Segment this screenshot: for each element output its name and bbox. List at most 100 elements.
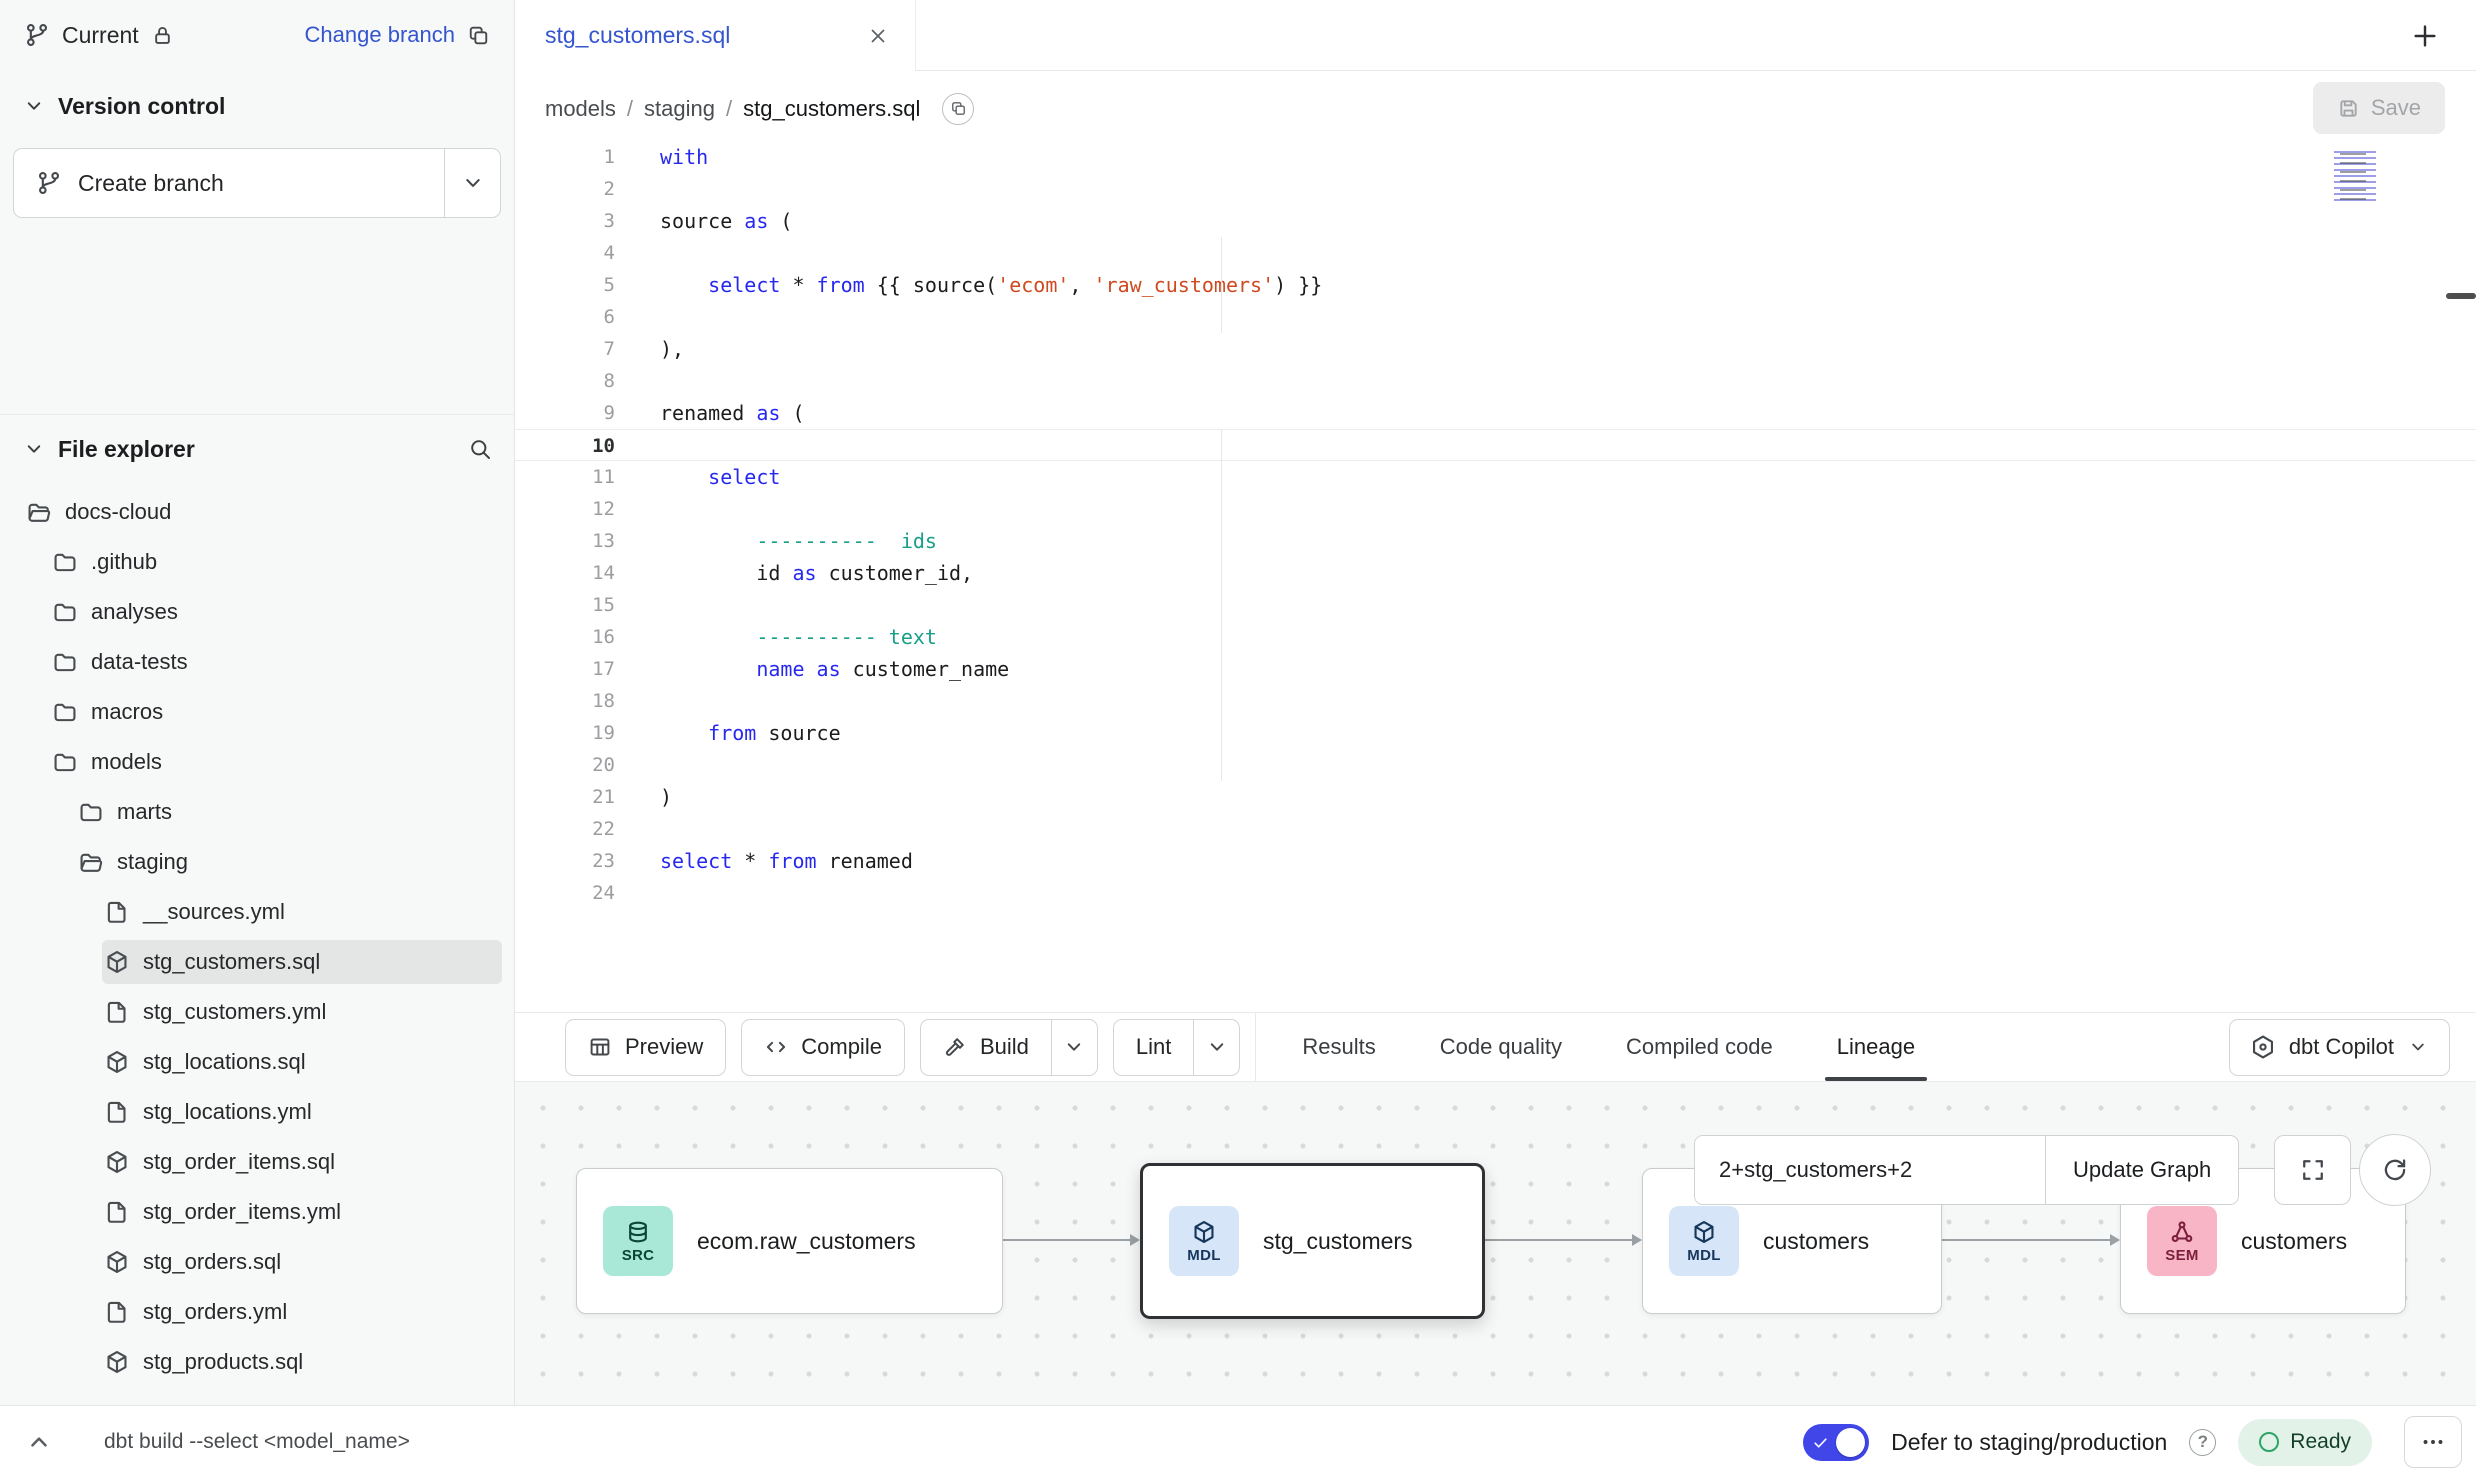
update-graph-button[interactable]: Update Graph [2045, 1136, 2238, 1204]
file-item-docs-cloud[interactable]: docs-cloud [0, 487, 514, 537]
line-number: 18 [515, 685, 615, 717]
scrollbar-marker[interactable] [2446, 293, 2476, 299]
file-item-stg_customers.sql[interactable]: stg_customers.sql [0, 937, 514, 987]
lint-dropdown[interactable] [1193, 1020, 1239, 1075]
line-content: renamed as ( [660, 397, 805, 429]
file-item-inner: stg_locations.sql [102, 1040, 502, 1084]
code-line-3[interactable]: 3source as ( [515, 205, 2476, 237]
code-line-7[interactable]: 7), [515, 333, 2476, 365]
line-content: id as customer_id, [660, 557, 973, 589]
file-item-staging[interactable]: staging [0, 837, 514, 887]
code-line-1[interactable]: 1with [515, 146, 2476, 173]
version-control-header[interactable]: Version control [0, 82, 514, 130]
copilot-label: dbt Copilot [2289, 1034, 2394, 1060]
code-line-15[interactable]: 15 [515, 589, 2476, 621]
close-tab-icon[interactable] [867, 25, 889, 47]
code-line-17[interactable]: 17 name as customer_name [515, 653, 2476, 685]
lineage-node-stg_customers[interactable]: MDLstg_customers [1140, 1163, 1485, 1319]
code-line-6[interactable]: 6 [515, 301, 2476, 333]
code-line-8[interactable]: 8 [515, 365, 2476, 397]
file-item-stg_orders.yml[interactable]: stg_orders.yml [0, 1287, 514, 1337]
defer-toggle[interactable] [1803, 1424, 1869, 1461]
lineage-selector-input[interactable] [1695, 1136, 2045, 1204]
build-button[interactable]: Build [921, 1020, 1051, 1075]
lineage-node-ecom.raw_customers[interactable]: SRCecom.raw_customers [576, 1168, 1003, 1314]
file-item-stg_locations.yml[interactable]: stg_locations.yml [0, 1087, 514, 1137]
file-item-.github[interactable]: .github [0, 537, 514, 587]
tab-results[interactable]: Results [1302, 1013, 1375, 1081]
file-item-stg_products.sql[interactable]: stg_products.sql [0, 1337, 514, 1387]
build-dropdown[interactable] [1051, 1020, 1097, 1075]
tab-lineage[interactable]: Lineage [1837, 1013, 1915, 1081]
code-line-10[interactable]: 10 [515, 429, 2476, 461]
folder-icon [52, 699, 78, 725]
ready-label: Ready [2290, 1430, 2351, 1454]
file-item-inner: staging [76, 840, 502, 884]
create-branch-dropdown[interactable] [444, 149, 500, 217]
save-button[interactable]: Save [2313, 82, 2445, 134]
file-explorer-header[interactable]: File explorer [0, 425, 514, 473]
code-line-22[interactable]: 22 [515, 813, 2476, 845]
branch-icon [36, 170, 62, 196]
code-line-16[interactable]: 16 ---------- text [515, 621, 2476, 653]
current-branch-label: Current [62, 22, 139, 49]
breadcrumb-row: models / staging / stg_customers.sql Sav… [515, 71, 2476, 146]
code-line-24[interactable]: 24 [515, 877, 2476, 909]
code-line-18[interactable]: 18 [515, 685, 2476, 717]
lint-button[interactable]: Lint [1114, 1020, 1193, 1075]
chevron-down-icon [1205, 1035, 1229, 1059]
help-icon[interactable]: ? [2189, 1429, 2216, 1456]
copy-icon [950, 100, 967, 117]
breadcrumb-models[interactable]: models [545, 96, 616, 122]
search-icon[interactable] [468, 437, 492, 461]
file-item-__sources.yml[interactable]: __sources.yml [0, 887, 514, 937]
code-line-13[interactable]: 13 ---------- ids [515, 525, 2476, 557]
file-item-data-tests[interactable]: data-tests [0, 637, 514, 687]
more-options-button[interactable] [2404, 1416, 2462, 1468]
compile-button[interactable]: Compile [741, 1019, 905, 1076]
code-line-4[interactable]: 4 [515, 237, 2476, 269]
preview-button[interactable]: Preview [565, 1019, 726, 1076]
file-item-analyses[interactable]: analyses [0, 587, 514, 637]
file-label: stg_order_items.yml [143, 1199, 341, 1225]
code-line-2[interactable]: 2 [515, 173, 2476, 205]
file-item-models[interactable]: models [0, 737, 514, 787]
lineage-panel[interactable]: SRCecom.raw_customersMDLstg_customersMDL… [515, 1082, 2476, 1405]
copy-path-button[interactable] [942, 93, 974, 125]
code-line-23[interactable]: 23select * from renamed [515, 845, 2476, 877]
change-branch-link[interactable]: Change branch [305, 22, 455, 48]
line-number: 11 [515, 461, 615, 493]
save-label: Save [2371, 95, 2421, 121]
file-item-stg_order_items.yml[interactable]: stg_order_items.yml [0, 1187, 514, 1237]
code-line-12[interactable]: 12 [515, 493, 2476, 525]
dbt-copilot-button[interactable]: dbt Copilot [2229, 1019, 2450, 1076]
file-item-stg_orders.sql[interactable]: stg_orders.sql [0, 1237, 514, 1287]
code-line-19[interactable]: 19 from source [515, 717, 2476, 749]
code-line-9[interactable]: 9renamed as ( [515, 397, 2476, 429]
tab-code-quality[interactable]: Code quality [1440, 1013, 1562, 1081]
file-item-stg_order_items.sql[interactable]: stg_order_items.sql [0, 1137, 514, 1187]
line-content: name as customer_name [660, 653, 1009, 685]
file-item-macros[interactable]: macros [0, 687, 514, 737]
file-item-marts[interactable]: marts [0, 787, 514, 837]
code-line-20[interactable]: 20 [515, 749, 2476, 781]
tab-compiled-code[interactable]: Compiled code [1626, 1013, 1773, 1081]
create-branch-main[interactable]: Create branch [14, 149, 444, 217]
code-line-21[interactable]: 21) [515, 781, 2476, 813]
code-line-5[interactable]: 5 select * from {{ source('ecom', 'raw_c… [515, 269, 2476, 301]
copy-branch-icon[interactable] [467, 24, 490, 47]
code-line-14[interactable]: 14 id as customer_id, [515, 557, 2476, 589]
file-label: stg_orders.sql [143, 1249, 281, 1275]
breadcrumb-staging[interactable]: staging [644, 96, 715, 122]
refresh-button[interactable] [2359, 1134, 2431, 1206]
command-hint[interactable]: dbt build --select <model_name> [104, 1430, 410, 1454]
expand-command-bar-icon[interactable] [24, 1427, 54, 1457]
fullscreen-button[interactable] [2274, 1135, 2351, 1205]
file-item-stg_locations.sql[interactable]: stg_locations.sql [0, 1037, 514, 1087]
tab-stg-customers-sql[interactable]: stg_customers.sql [515, 0, 916, 71]
code-line-11[interactable]: 11 select [515, 461, 2476, 493]
code-editor[interactable]: 1with23source as (45 select * from {{ so… [515, 146, 2476, 1012]
minimap[interactable] [2334, 151, 2392, 207]
new-tab-icon[interactable] [2410, 21, 2440, 51]
file-item-stg_customers.yml[interactable]: stg_customers.yml [0, 987, 514, 1037]
